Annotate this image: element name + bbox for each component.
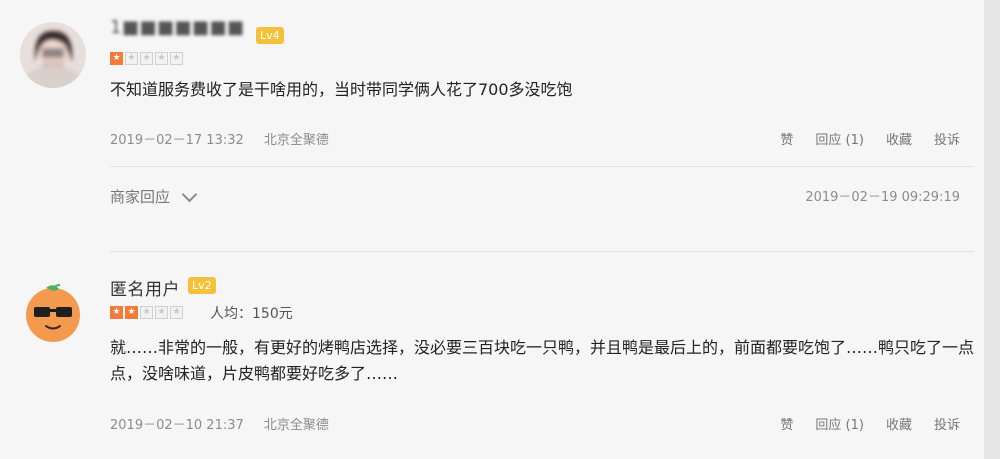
like-button[interactable]: 赞 — [780, 129, 793, 148]
review-actions: 赞 回应 (1) 收藏 投诉 — [780, 129, 960, 148]
username[interactable]: 1■■■■■■■ — [110, 17, 245, 38]
orange-sunglasses-avatar-icon — [20, 279, 86, 345]
shop-name[interactable]: 北京全聚德 — [264, 133, 329, 148]
favorite-button[interactable]: 收藏 — [886, 414, 912, 433]
username[interactable]: 匿名用户 — [110, 275, 180, 300]
user-avatar[interactable] — [20, 22, 86, 88]
star-icon: ★ — [140, 306, 153, 319]
review-date: 2019－02－17 13:32 — [110, 133, 244, 148]
merchant-reply-label: 商家回应 — [110, 188, 171, 206]
review-meta: 2019－02－17 13:32 北京全聚德 — [110, 129, 329, 148]
merchant-reply-toggle[interactable]: 商家回应 — [110, 186, 198, 207]
level-badge: Lv4 — [256, 27, 284, 44]
star-icon: ★ — [125, 52, 138, 65]
like-button[interactable]: 赞 — [780, 414, 793, 433]
reply-button[interactable]: 回应 (1) — [815, 129, 864, 148]
user-avatar[interactable] — [20, 279, 86, 345]
star-icon: ★ — [110, 306, 123, 319]
star-icon: ★ — [140, 52, 153, 65]
review-content: 就……非常的一般，有更好的烤鸭店选择，没必要三百块吃一只鸭，并且鸭是最后上的，前… — [110, 338, 975, 383]
review-item: 匿名用户 Lv2 ★ ★ ★ ★ ★ 人均：150元 就……非常的一般，有更好的… — [0, 257, 984, 459]
star-rating: ★ ★ ★ ★ ★ — [110, 52, 183, 65]
review-item: 1■■■■■■■ Lv4 ★ ★ ★ ★ ★ 不知道服务费收了是干啥用的，当时带… — [0, 0, 984, 246]
review-page: 1■■■■■■■ Lv4 ★ ★ ★ ★ ★ 不知道服务费收了是干啥用的，当时带… — [0, 0, 1000, 459]
review-content: 不知道服务费收了是干啥用的，当时带同学俩人花了700多没吃饱 — [110, 80, 573, 99]
review-divider — [110, 251, 974, 252]
star-icon: ★ — [155, 52, 168, 65]
merchant-reply-time: 2019－02－19 09:29:19 — [805, 190, 960, 205]
star-icon: ★ — [170, 52, 183, 65]
review-date: 2019－02－10 21:37 — [110, 418, 244, 433]
average-price: 人均：150元 — [210, 306, 293, 322]
page-edge — [984, 0, 1000, 459]
star-icon: ★ — [155, 306, 168, 319]
reply-button[interactable]: 回应 (1) — [815, 414, 864, 433]
report-button[interactable]: 投诉 — [934, 129, 960, 148]
review-meta: 2019－02－10 21:37 北京全聚德 — [110, 414, 329, 433]
blurred-photo-avatar-icon — [20, 22, 86, 88]
review-actions: 赞 回应 (1) 收藏 投诉 — [780, 414, 960, 433]
star-icon: ★ — [170, 306, 183, 319]
shop-name[interactable]: 北京全聚德 — [264, 418, 329, 433]
report-button[interactable]: 投诉 — [934, 414, 960, 433]
chevron-down-icon — [181, 186, 198, 202]
star-icon: ★ — [110, 52, 123, 65]
favorite-button[interactable]: 收藏 — [886, 129, 912, 148]
star-icon: ★ — [125, 306, 138, 319]
star-rating: ★ ★ ★ ★ ★ — [110, 306, 183, 319]
level-badge: Lv2 — [188, 277, 216, 294]
divider — [110, 166, 974, 167]
